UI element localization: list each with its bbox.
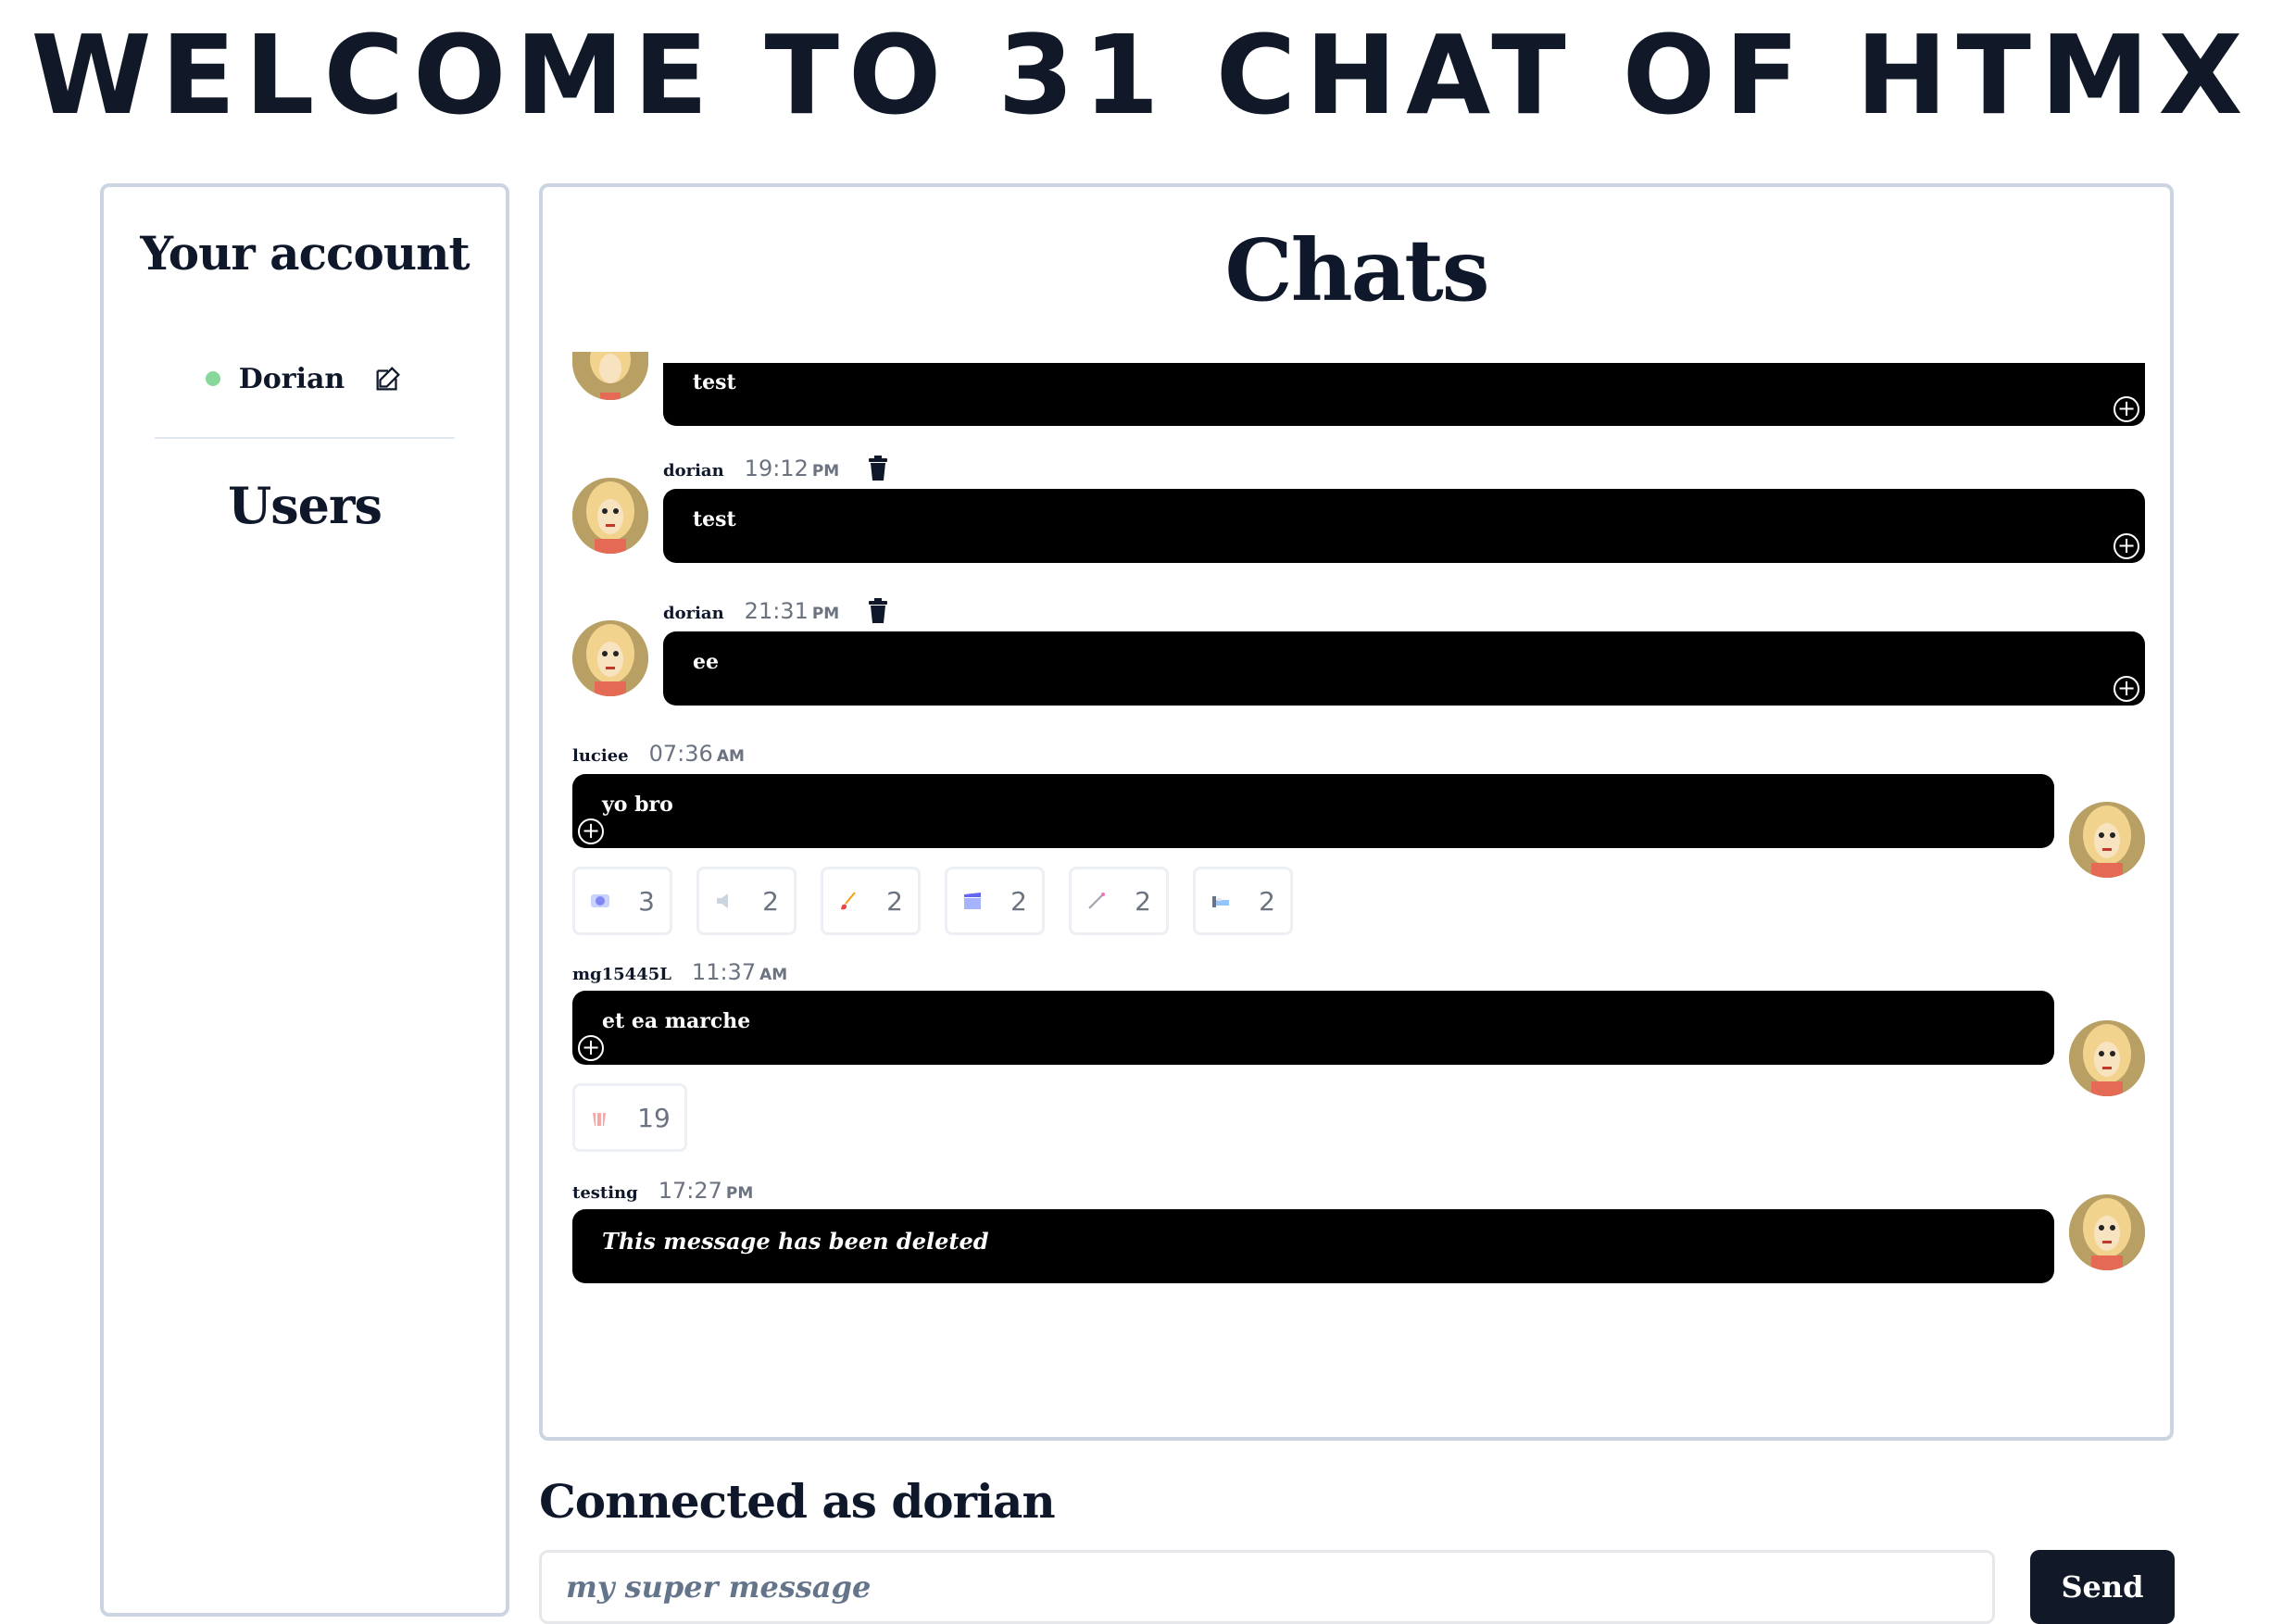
message-ampm: AM xyxy=(716,747,745,766)
message-time: 11:37 xyxy=(691,959,757,985)
message-bubble: et ea marche + xyxy=(572,991,2054,1065)
message-ampm: PM xyxy=(811,605,840,623)
connected-as-label: Connected as dorian xyxy=(539,1474,1056,1529)
message-author: testing xyxy=(572,1183,638,1203)
avatar xyxy=(2069,1194,2145,1270)
reaction-count: 2 xyxy=(886,885,903,917)
chats-heading: Chats xyxy=(1224,220,1489,320)
avatar xyxy=(572,352,648,400)
add-reaction-icon[interactable]: + xyxy=(2114,533,2139,559)
message-text: yo bro xyxy=(602,793,673,817)
message-author: luciee xyxy=(572,746,629,766)
online-status-icon xyxy=(205,371,220,386)
add-reaction-icon[interactable]: + xyxy=(578,1035,604,1061)
avatar xyxy=(2069,802,2145,878)
message-time: 07:36 xyxy=(648,741,713,767)
message-meta: dorian 21:31 PM xyxy=(663,598,889,624)
edit-icon[interactable] xyxy=(372,363,404,394)
avatar xyxy=(572,620,648,696)
add-reaction-icon[interactable]: + xyxy=(2114,676,2139,702)
users-heading: Users xyxy=(228,476,383,535)
blue-circle-icon xyxy=(591,894,610,907)
message-text: et ea marche xyxy=(602,1009,751,1033)
reaction-count: 19 xyxy=(637,1102,671,1133)
page-title: WELCOME TO 31 CHAT OF HTMX xyxy=(31,11,2252,139)
reaction-count: 2 xyxy=(1135,885,1151,917)
message-meta: luciee 07:36 AM xyxy=(572,741,745,767)
message-bubble: ee + xyxy=(663,631,2145,706)
reaction-count: 2 xyxy=(1259,885,1275,917)
reaction-chip[interactable]: 3 xyxy=(572,867,672,935)
divider xyxy=(155,437,455,439)
message-author: mg15445L xyxy=(572,965,671,984)
message-meta: mg15445L 11:37 AM xyxy=(572,959,787,985)
message-time: 21:31 xyxy=(744,598,809,624)
message-ampm: AM xyxy=(759,966,788,984)
add-reaction-icon[interactable]: + xyxy=(578,818,604,844)
message-input[interactable] xyxy=(539,1550,1995,1624)
reaction-chip[interactable]: 2 xyxy=(821,867,921,935)
avatar xyxy=(2069,1020,2145,1096)
message-author: dorian xyxy=(663,604,724,623)
message-bubble: test + xyxy=(663,489,2145,563)
message-author: dorian xyxy=(663,461,724,481)
account-heading: Your account xyxy=(140,226,470,281)
add-reaction-icon[interactable]: + xyxy=(2114,396,2139,422)
deleted-message-bubble: This message has been deleted xyxy=(572,1209,2054,1283)
message-meta: dorian 19:12 PM xyxy=(663,456,889,481)
brush-icon xyxy=(841,892,856,910)
message-time: 19:12 xyxy=(744,456,809,481)
message-bubble: test + xyxy=(663,363,2145,426)
speaker-icon xyxy=(717,893,729,908)
current-username: Dorian xyxy=(238,362,345,395)
wand-icon xyxy=(1088,893,1106,909)
clapper-icon xyxy=(964,893,982,909)
account-panel: Your account Dorian Users xyxy=(100,183,509,1617)
message-bubble: yo bro + xyxy=(572,774,2054,848)
reaction-chip[interactable]: 2 xyxy=(1193,867,1293,935)
trash-icon[interactable] xyxy=(867,598,889,624)
bed-icon xyxy=(1212,896,1230,907)
reaction-chip[interactable]: 2 xyxy=(945,867,1045,935)
message-text: This message has been deleted xyxy=(602,1228,989,1255)
message-time: 17:27 xyxy=(658,1178,722,1204)
reaction-count: 3 xyxy=(638,885,655,917)
message-text: ee xyxy=(693,650,719,674)
message-meta: testing 17:27 PM xyxy=(572,1178,753,1204)
message-text: test xyxy=(693,507,736,531)
message-ampm: PM xyxy=(725,1184,754,1203)
send-button[interactable]: Send xyxy=(2030,1550,2175,1624)
reaction-count: 2 xyxy=(762,885,779,917)
reaction-chip[interactable]: 2 xyxy=(696,867,797,935)
chats-panel: Chats test + dorian 19:12 PM test + doria… xyxy=(539,183,2174,1441)
trash-icon[interactable] xyxy=(867,456,889,481)
avatar xyxy=(572,478,648,554)
message-ampm: PM xyxy=(811,462,840,481)
message-text: test xyxy=(693,370,736,394)
reaction-chip[interactable]: 19 xyxy=(572,1083,687,1152)
reaction-count: 2 xyxy=(1010,885,1027,917)
current-user-row: Dorian xyxy=(104,356,506,402)
reaction-chip[interactable]: 2 xyxy=(1069,867,1169,935)
popcorn-icon xyxy=(593,1113,607,1126)
